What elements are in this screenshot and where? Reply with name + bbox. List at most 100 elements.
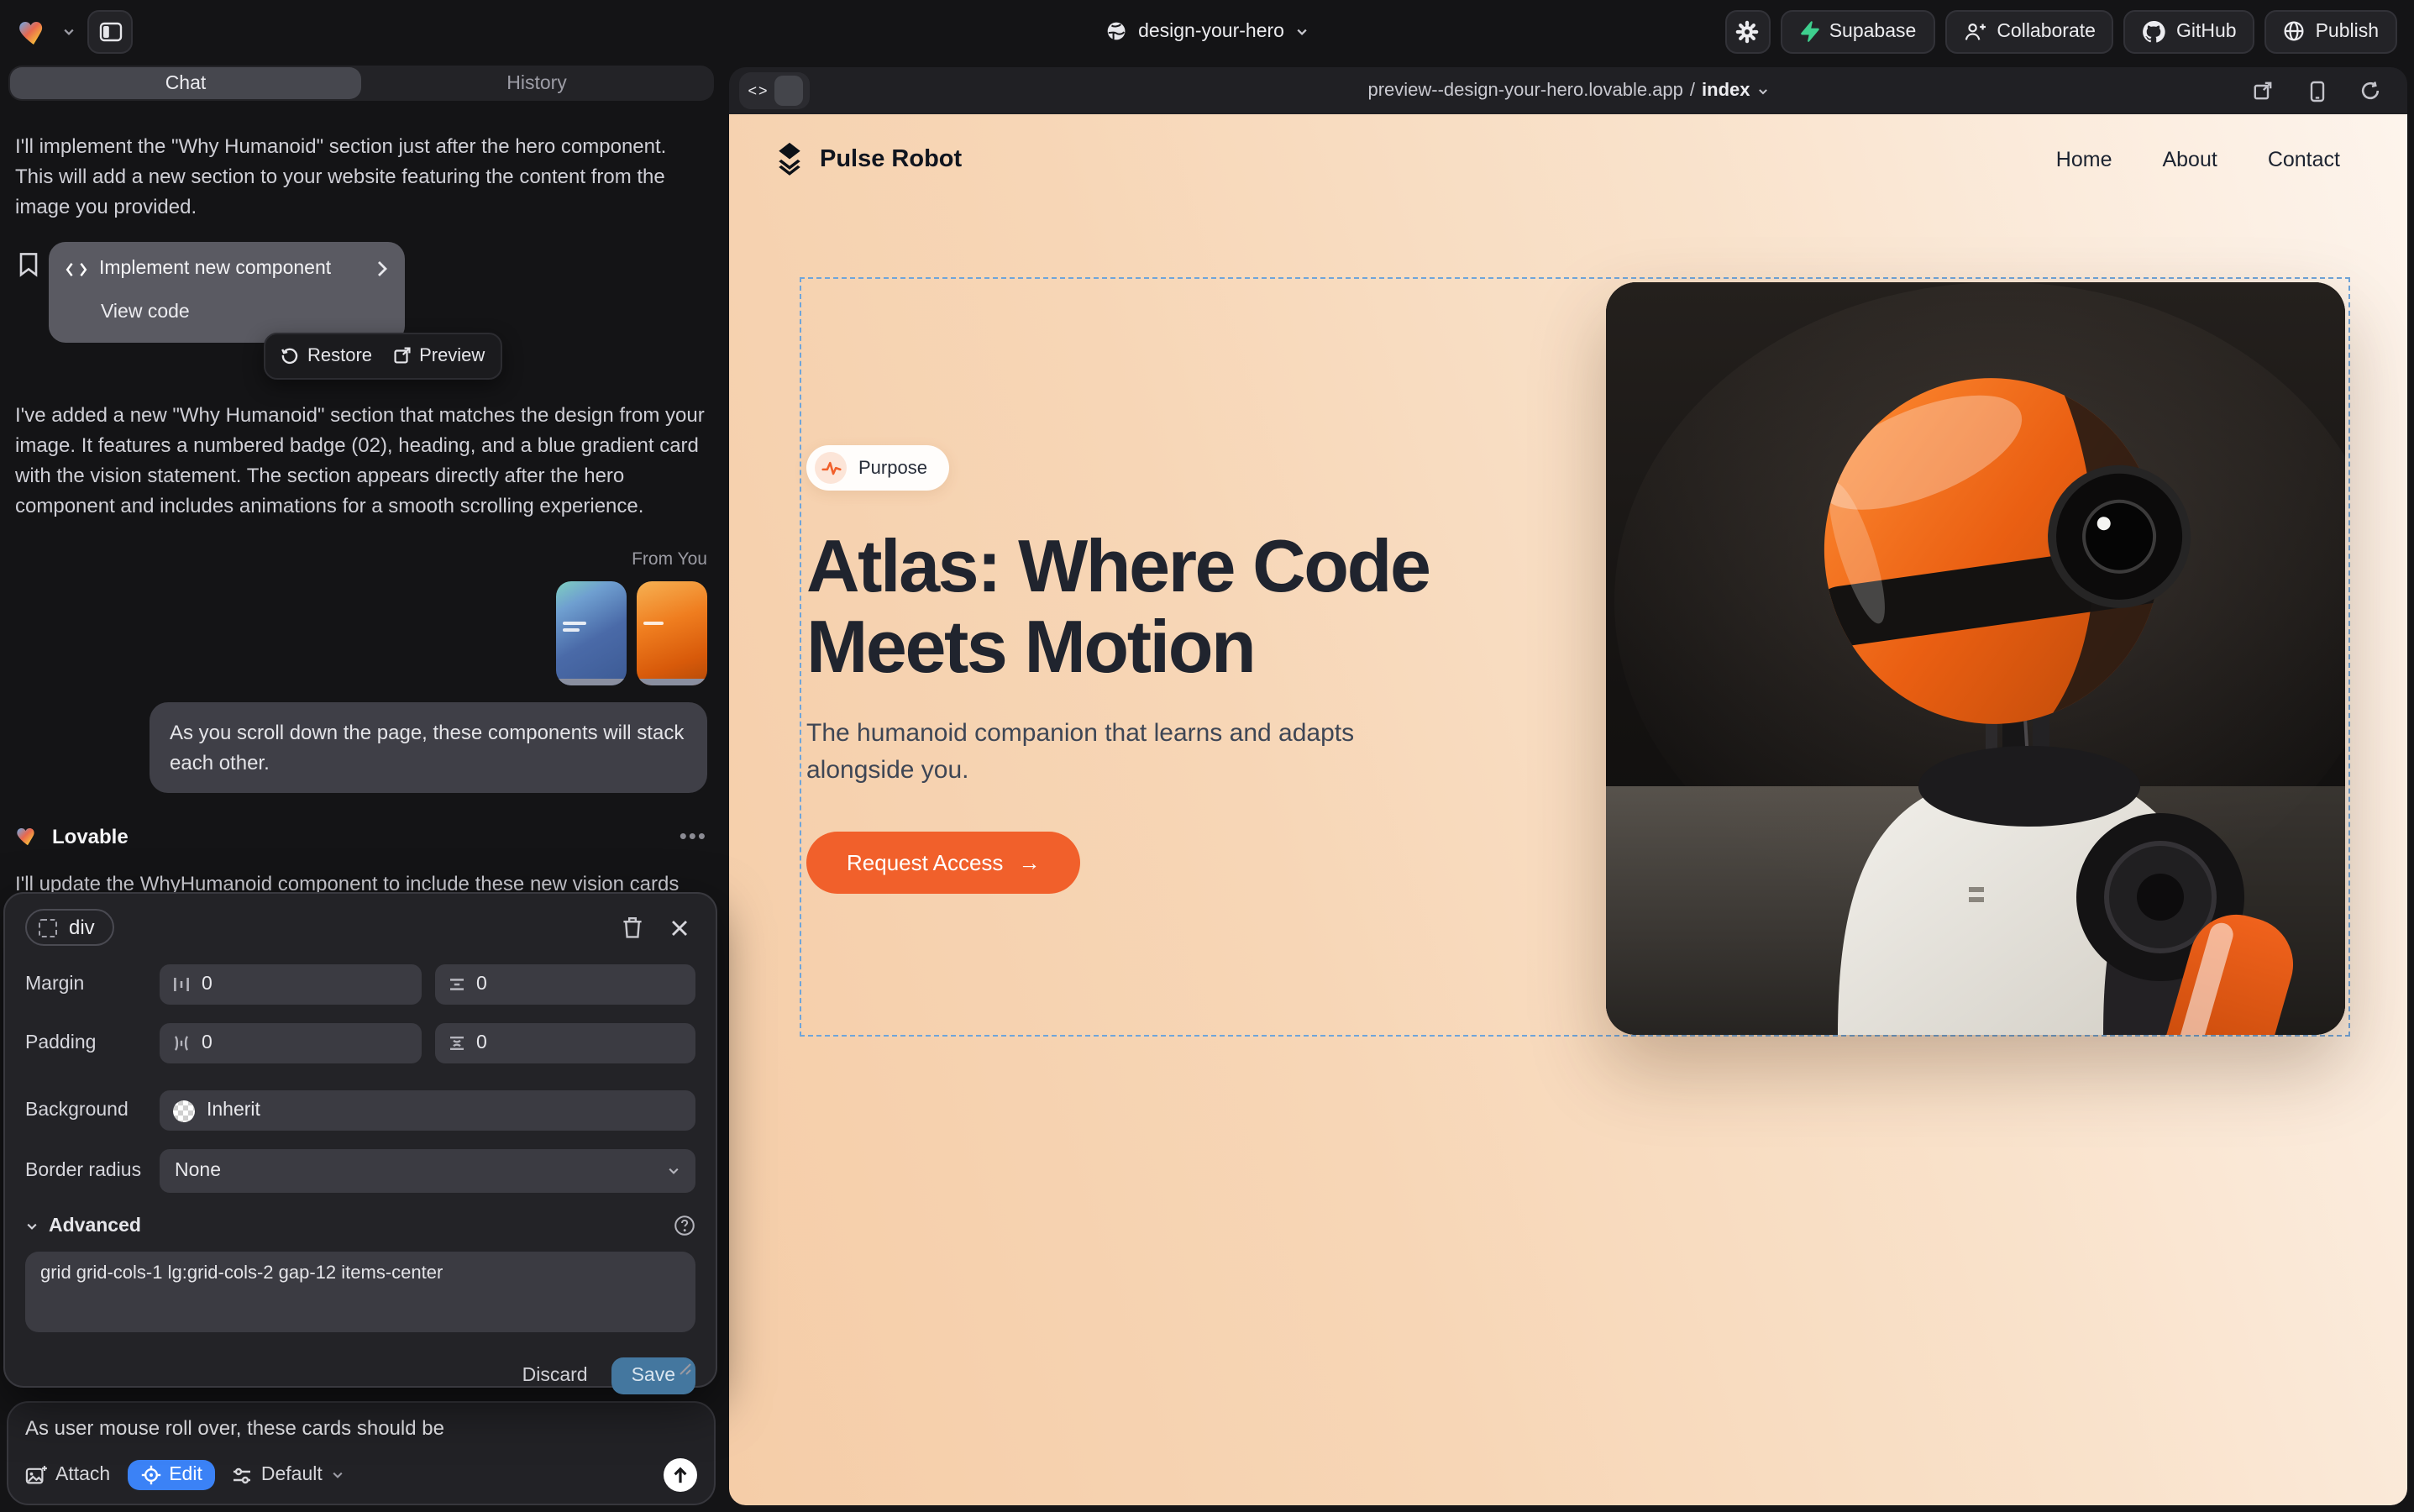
close-panel-button[interactable] (662, 911, 695, 944)
attach-button[interactable]: Attach (25, 1465, 110, 1485)
padding-x-input[interactable]: 0 (160, 1023, 421, 1063)
padding-y-value: 0 (476, 1033, 487, 1053)
version-actions: Restore Preview (264, 332, 501, 379)
selected-element-chip[interactable]: div (25, 909, 115, 946)
nav-home[interactable]: Home (2056, 147, 2112, 171)
preview-label: Preview (419, 340, 485, 370)
request-access-button[interactable]: Request Access → (806, 832, 1080, 894)
hero-subtitle: The humanoid companion that learns and a… (806, 716, 1361, 791)
preview-button[interactable]: Preview (392, 340, 485, 370)
discard-button[interactable]: Discard (522, 1366, 588, 1386)
element-outline-icon (39, 918, 57, 937)
background-value: Inherit (207, 1100, 260, 1121)
assistant-name: Lovable (52, 821, 668, 851)
site-brand[interactable]: Pulse Robot (773, 141, 962, 176)
nav-contact[interactable]: Contact (2268, 147, 2340, 171)
mode-chevron-icon (331, 1468, 344, 1482)
lovable-heart-icon (15, 823, 40, 848)
collaborate-button[interactable]: Collaborate (1944, 9, 2114, 53)
chevron-right-icon (376, 260, 388, 277)
element-tag: div (69, 916, 95, 939)
trash-icon (621, 916, 643, 939)
tailwind-classes-input[interactable]: grid grid-cols-1 lg:grid-cols-2 gap-12 i… (25, 1252, 695, 1332)
view-code-link[interactable]: View code (101, 297, 388, 328)
resize-handle-icon[interactable] (679, 1362, 692, 1376)
site-nav: Home About Contact (2056, 147, 2340, 171)
github-icon (2143, 19, 2166, 43)
mode-label: Default (261, 1465, 323, 1485)
margin-x-value: 0 (202, 974, 213, 995)
advanced-label[interactable]: Advanced (49, 1215, 664, 1236)
open-preview-icon (392, 346, 411, 365)
collaborate-label: Collaborate (1997, 21, 2096, 41)
advanced-chevron-icon[interactable] (25, 1219, 39, 1232)
github-label: GitHub (2176, 21, 2237, 41)
padding-y-input[interactable]: 0 (434, 1023, 695, 1063)
mobile-view-button[interactable] (2300, 74, 2333, 108)
padding-x-value: 0 (202, 1033, 213, 1053)
project-switcher[interactable]: design-your-hero (1105, 0, 1309, 62)
attachment-thumbnail-orange[interactable] (637, 580, 707, 685)
margin-y-input[interactable]: 0 (434, 964, 695, 1005)
site-canvas: Pulse Robot Home About Contact Purpose (729, 114, 2407, 1505)
toggle-sidebar-button[interactable] (87, 9, 133, 53)
top-bar: design-your-hero Supabase Collaborate Gi… (0, 0, 2414, 62)
mode-select[interactable]: Default (233, 1465, 344, 1485)
restore-label: Restore (307, 340, 372, 370)
chat-sidebar: Chat History I'll implement the "Why Hum… (0, 62, 722, 1512)
color-swatch-icon (173, 1100, 195, 1121)
supabase-button[interactable]: Supabase (1781, 9, 1935, 53)
background-input[interactable]: Inherit (160, 1090, 695, 1131)
preview-header: <> preview--design-your-hero.lovable.app… (729, 67, 2407, 114)
padding-label: Padding (25, 1033, 160, 1053)
edit-mode-button[interactable]: Edit (127, 1460, 216, 1490)
border-radius-select[interactable]: None (160, 1149, 695, 1193)
workspace-chevron-icon[interactable] (62, 16, 76, 46)
tab-history[interactable]: History (361, 67, 712, 99)
project-chevron-icon (1296, 24, 1309, 38)
component-card-title: Implement new component (99, 254, 365, 284)
restore-icon (281, 346, 299, 365)
composer-input[interactable]: As user mouse roll over, these cards sho… (25, 1416, 697, 1440)
assistant-message-2: I've added a new "Why Humanoid" section … (15, 399, 707, 520)
supabase-label: Supabase (1829, 21, 1917, 41)
pulse-icon (815, 452, 847, 484)
mobile-device-icon (2309, 80, 2324, 102)
attachment-thumbnail-blue[interactable] (556, 580, 627, 685)
bookmark-icon[interactable] (18, 252, 39, 286)
lovable-logo-icon[interactable] (17, 14, 50, 48)
code-view-toggle[interactable]: <> (739, 72, 810, 109)
border-radius-label: Border radius (25, 1161, 160, 1181)
message-menu-button[interactable]: ••• (680, 821, 707, 851)
preview-domain: preview--design-your-hero.lovable.app (1367, 81, 1682, 101)
purpose-badge-label: Purpose (858, 458, 927, 478)
nav-about[interactable]: About (2162, 147, 2217, 171)
background-label: Background (25, 1100, 160, 1121)
preview-path: index (1702, 81, 1750, 101)
edit-label: Edit (169, 1465, 202, 1485)
preview-pane: <> preview--design-your-hero.lovable.app… (729, 67, 2407, 1505)
attach-label: Attach (55, 1465, 110, 1485)
delete-element-button[interactable] (615, 911, 648, 944)
from-you-label: From You (15, 543, 707, 574)
restore-button[interactable]: Restore (281, 340, 372, 370)
hero-headline: Atlas: Where Code Meets Motion (806, 528, 1545, 690)
collaborate-icon (1963, 21, 1986, 41)
settings-button[interactable] (1725, 9, 1771, 53)
publish-button[interactable]: Publish (2265, 9, 2397, 53)
refresh-button[interactable] (2354, 74, 2387, 108)
github-button[interactable]: GitHub (2124, 9, 2255, 53)
hero-copy: Purpose Atlas: Where Code Meets Motion T… (806, 445, 1545, 894)
padding-y-icon (448, 1035, 464, 1052)
chat-composer[interactable]: As user mouse roll over, these cards sho… (7, 1401, 716, 1505)
open-in-new-tab-button[interactable] (2246, 74, 2280, 108)
preview-url[interactable]: preview--design-your-hero.lovable.app / … (1367, 81, 1768, 101)
send-button[interactable] (664, 1458, 697, 1492)
component-card[interactable]: Implement new component View code (49, 242, 405, 343)
project-name: design-your-hero (1138, 21, 1284, 41)
help-icon[interactable] (674, 1215, 695, 1236)
app-window: design-your-hero Supabase Collaborate Gi… (0, 0, 2414, 1512)
tab-chat[interactable]: Chat (10, 67, 361, 99)
margin-x-input[interactable]: 0 (160, 964, 421, 1005)
code-toggle-icon: <> (743, 76, 774, 106)
